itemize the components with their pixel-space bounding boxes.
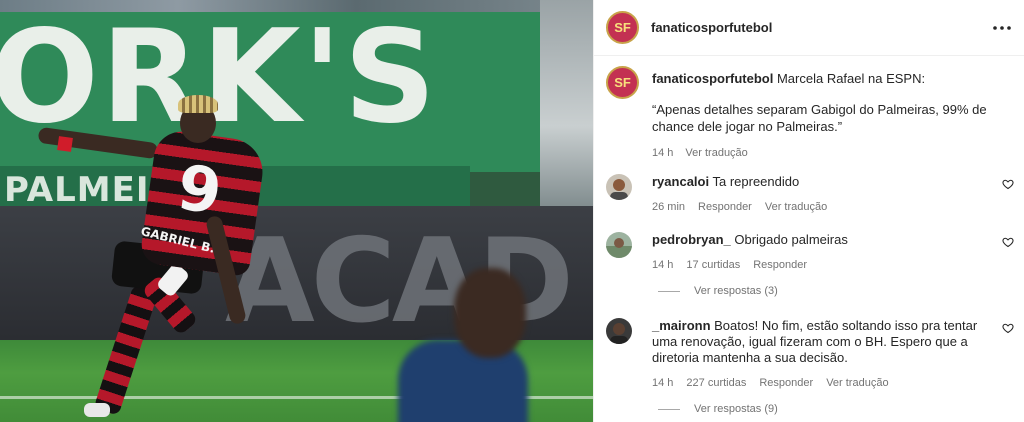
caption-text: Marcela Rafael na ESPN:	[776, 71, 926, 86]
player-arm	[37, 126, 159, 160]
post-header: SF fanaticosporfutebol	[594, 0, 1024, 56]
post-photo[interactable]: ORK'S PALMEIRAS ACAD 9 GABRIEL B.	[0, 0, 593, 422]
comment-meta: 14 h 17 curtidas Responder	[652, 257, 982, 273]
comment-body: pedrobryan_ Obrigado palmeiras 14 h 17 c…	[652, 232, 982, 273]
reply-button[interactable]: Responder	[753, 257, 807, 273]
caption-username[interactable]: fanaticosporfutebol	[652, 71, 773, 86]
celebrating-player: 9 GABRIEL B.	[28, 95, 268, 420]
avatar[interactable]: SF	[606, 11, 639, 44]
comment-text: Ta repreendido	[712, 174, 800, 189]
comment-time: 26 min	[652, 201, 686, 213]
player-hair	[178, 95, 218, 113]
caption-avatar[interactable]: SF	[606, 66, 639, 99]
view-replies-button[interactable]: Ver respostas (9)	[658, 403, 778, 415]
heart-icon[interactable]	[1002, 236, 1014, 248]
user-photo-icon	[606, 232, 632, 258]
comment-username[interactable]: ryancaloi	[652, 174, 709, 189]
avatar[interactable]	[606, 232, 632, 258]
comment-text: Obrigado palmeiras	[734, 232, 848, 247]
reply-button[interactable]: Responder	[759, 375, 813, 391]
comment-meta: 26 min Responder Ver tradução	[652, 199, 982, 215]
instagram-post-view: ORK'S PALMEIRAS ACAD 9 GABRIEL B. SF fan…	[0, 0, 1024, 422]
caption-meta: 14 h Ver tradução	[652, 145, 992, 162]
caption-body: fanaticosporfutebol Marcela Rafael na ES…	[652, 70, 992, 162]
likes-count[interactable]: 227 curtidas	[686, 375, 746, 391]
comment-username[interactable]: _maironn	[652, 318, 711, 333]
caption-time: 14 h	[652, 147, 674, 159]
replies-divider	[658, 290, 680, 292]
player-wristband	[57, 136, 73, 152]
header-username[interactable]: fanaticosporfutebol	[651, 20, 772, 35]
comment-time: 14 h	[652, 259, 674, 271]
more-horizontal-icon[interactable]	[992, 18, 1012, 38]
reply-button[interactable]: Responder	[698, 199, 752, 215]
stadium-stand-right	[540, 0, 593, 210]
caption-translate-link[interactable]: Ver tradução	[685, 145, 747, 162]
translate-link[interactable]: Ver tradução	[765, 199, 827, 215]
player-boot	[84, 403, 110, 417]
translate-link[interactable]: Ver tradução	[826, 375, 888, 391]
heart-icon[interactable]	[1002, 322, 1014, 334]
more-dots-icon	[993, 26, 1011, 30]
comments-panel: SF fanaticosporfutebol SF fanaticosporfu…	[593, 0, 1024, 422]
avatar[interactable]	[606, 174, 632, 200]
comment-username[interactable]: pedrobryan_	[652, 232, 731, 247]
user-photo-icon	[606, 174, 632, 200]
replies-divider	[658, 408, 680, 410]
view-replies-label: Ver respostas (3)	[694, 285, 778, 297]
comment-time: 14 h	[652, 377, 674, 389]
player-leg	[93, 284, 159, 416]
comment-meta: 14 h 227 curtidas Responder Ver tradução	[652, 375, 982, 391]
foreground-player-head	[454, 268, 526, 358]
comment-body: _maironn Boatos! No fim, estão soltando …	[652, 318, 982, 391]
caption-quote: “Apenas detalhes separam Gabigol do Palm…	[652, 102, 987, 134]
user-photo-icon	[606, 318, 632, 344]
comment-body: ryancaloi Ta repreendido 26 min Responde…	[652, 174, 982, 215]
view-replies-label: Ver respostas (9)	[694, 403, 778, 415]
view-replies-button[interactable]: Ver respostas (3)	[658, 285, 778, 297]
likes-count[interactable]: 17 curtidas	[686, 257, 740, 273]
avatar[interactable]	[606, 318, 632, 344]
heart-icon[interactable]	[1002, 178, 1014, 190]
